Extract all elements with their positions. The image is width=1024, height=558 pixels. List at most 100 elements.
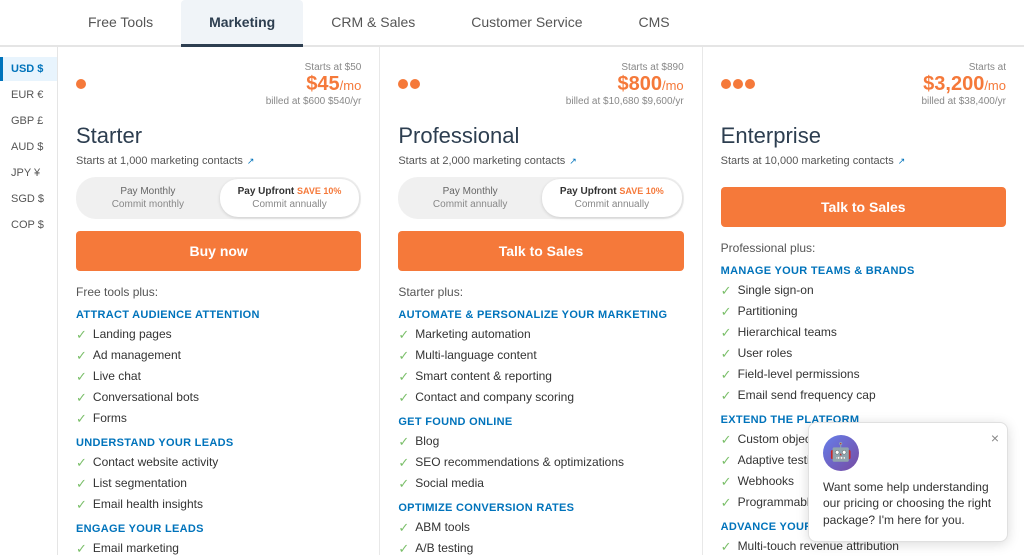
feature-label: Multi-language content [415, 348, 536, 362]
check-icon: ✓ [76, 411, 87, 427]
save-badge: SAVE 10% [619, 186, 663, 196]
monthly-toggle-starter[interactable]: Pay Monthly Commit monthly [78, 179, 218, 217]
cta-button-enterprise[interactable]: Talk to Sales [721, 187, 1006, 227]
feature-item-professional-0-1: ✓Multi-language content [398, 348, 683, 364]
currency-item-eur[interactable]: EUR € [0, 83, 57, 107]
check-icon: ✓ [721, 346, 732, 362]
check-icon: ✓ [398, 541, 409, 555]
plan-icon-enterprise [721, 79, 755, 89]
feature-item-starter-1-0: ✓Contact website activity [76, 455, 361, 471]
feature-label: List segmentation [93, 476, 187, 490]
cta-button-professional[interactable]: Talk to Sales [398, 231, 683, 271]
check-icon: ✓ [398, 390, 409, 406]
upfront-toggle-professional[interactable]: Pay Upfront SAVE 10%Commit annually [542, 179, 682, 217]
section-title-professional-1: GET FOUND ONLINE [398, 416, 683, 428]
check-icon: ✓ [76, 348, 87, 364]
plan-col-starter: Starts at $50 $45/mo billed at $600 $540… [58, 47, 380, 555]
billed-label: billed at $10,680 $9,600/yr [566, 96, 684, 107]
currency-item-cop[interactable]: COP $ [0, 213, 57, 237]
monthly-toggle-professional[interactable]: Pay MonthlyCommit annually [400, 179, 540, 217]
feature-item-enterprise-0-1: ✓Partitioning [721, 304, 1006, 320]
monthly-sublabel: Commit monthly [112, 199, 184, 210]
feature-item-professional-1-0: ✓Blog [398, 434, 683, 450]
check-icon: ✓ [721, 304, 732, 320]
feature-item-enterprise-0-5: ✓Email send frequency cap [721, 388, 1006, 404]
plan-price-professional: Starts at $890 $800/mo billed at $10,680… [566, 61, 684, 107]
feature-label: Ad management [93, 348, 181, 362]
upfront-label: Pay Upfront [560, 186, 617, 197]
upfront-sublabel: Commit annually [252, 199, 326, 210]
feature-item-professional-1-1: ✓SEO recommendations & optimizations [398, 455, 683, 471]
upfront-label: Pay Upfront [238, 186, 295, 197]
feature-label: Smart content & reporting [415, 369, 552, 383]
features-label-starter: Free tools plus: [76, 285, 361, 299]
save-badge: SAVE 10% [297, 186, 341, 196]
check-icon: ✓ [76, 497, 87, 513]
nav-tab-cms[interactable]: CMS [611, 0, 698, 47]
plan-header-starter: Starts at $50 $45/mo billed at $600 $540… [76, 61, 361, 107]
nav-tab-marketing[interactable]: Marketing [181, 0, 303, 47]
feature-item-enterprise-0-0: ✓Single sign-on [721, 283, 1006, 299]
feature-label: Single sign-on [738, 283, 814, 297]
monthly-label: Pay Monthly [443, 186, 498, 197]
check-icon: ✓ [721, 495, 732, 511]
feature-label: Webhooks [738, 474, 794, 488]
price-unit: /mo [984, 78, 1006, 93]
plan-icon-professional [398, 79, 420, 89]
billed-label: billed at $600 $540/yr [266, 96, 362, 107]
chat-popup-close[interactable]: × [991, 429, 999, 449]
features-label-professional: Starter plus: [398, 285, 683, 299]
feature-label: Field-level permissions [738, 367, 860, 381]
billing-toggle-professional: Pay MonthlyCommit annuallyPay Upfront SA… [398, 177, 683, 219]
price-unit: /mo [340, 78, 362, 93]
plan-header-professional: Starts at $890 $800/mo billed at $10,680… [398, 61, 683, 107]
contacts-label: Starts at 1,000 marketing contacts [76, 155, 243, 167]
feature-item-enterprise-0-3: ✓ User roles [721, 346, 1006, 362]
feature-label: Conversational bots [93, 390, 199, 404]
section-title-starter-0: ATTRACT AUDIENCE ATTENTION [76, 309, 361, 321]
plan-name-enterprise: Enterprise [721, 123, 1006, 149]
feature-item-starter-2-0: ✓Email marketing [76, 541, 361, 555]
check-icon: ✓ [76, 541, 87, 555]
check-icon: ✓ [76, 476, 87, 492]
feature-label: SEO recommendations & optimizations [415, 455, 624, 469]
feature-item-professional-2-0: ✓ABM tools [398, 520, 683, 536]
currency-item-jpy[interactable]: JPY ¥ [0, 161, 57, 185]
nav-tabs: Free ToolsMarketingCRM & SalesCustomer S… [0, 0, 1024, 47]
feature-item-starter-0-1: ✓ Ad management [76, 348, 361, 364]
external-link-icon[interactable]: ↗ [569, 156, 577, 167]
section-title-starter-2: ENGAGE YOUR LEADS [76, 523, 361, 535]
feature-label: Contact website activity [93, 455, 218, 469]
external-link-icon[interactable]: ↗ [247, 156, 255, 167]
chat-avatar: 🤖 [823, 435, 859, 471]
monthly-label: Pay Monthly [120, 186, 175, 197]
currency-item-aud[interactable]: AUD $ [0, 135, 57, 159]
nav-tab-customer-service[interactable]: Customer Service [443, 0, 610, 47]
feature-label: User roles [738, 346, 793, 360]
currency-item-sgd[interactable]: SGD $ [0, 187, 57, 211]
plan-col-professional: Starts at $890 $800/mo billed at $10,680… [380, 47, 702, 555]
starts-at-label: Starts at [969, 62, 1006, 73]
currency-item-usd[interactable]: USD $ [0, 57, 57, 81]
price-amount: $45 [306, 73, 339, 95]
features-label-enterprise: Professional plus: [721, 241, 1006, 255]
nav-tab-free-tools[interactable]: Free Tools [60, 0, 181, 47]
currency-item-gbp[interactable]: GBP £ [0, 109, 57, 133]
chat-popup-message: Want some help understanding our pricing… [823, 480, 991, 528]
feature-item-starter-0-3: ✓Conversational bots [76, 390, 361, 406]
feature-label: Social media [415, 476, 484, 490]
external-link-icon[interactable]: ↗ [898, 156, 906, 167]
feature-label: ABM tools [415, 520, 470, 534]
section-title-professional-0: AUTOMATE & PERSONALIZE YOUR MARKETING [398, 309, 683, 321]
billed-label: billed at $38,400/yr [921, 96, 1006, 107]
feature-item-starter-0-4: ✓Forms [76, 411, 361, 427]
feature-item-professional-0-2: ✓Smart content & reporting [398, 369, 683, 385]
nav-tab-crm-sales[interactable]: CRM & Sales [303, 0, 443, 47]
price-amount: $800 [617, 73, 662, 95]
feature-label: Landing pages [93, 327, 172, 341]
starts-at-label: Starts at $50 [305, 62, 362, 73]
feature-label: Marketing automation [415, 327, 530, 341]
cta-button-starter[interactable]: Buy now [76, 231, 361, 271]
upfront-toggle-starter[interactable]: Pay Upfront SAVE 10% Commit annually [220, 179, 360, 217]
feature-label: Email send frequency cap [738, 388, 876, 402]
